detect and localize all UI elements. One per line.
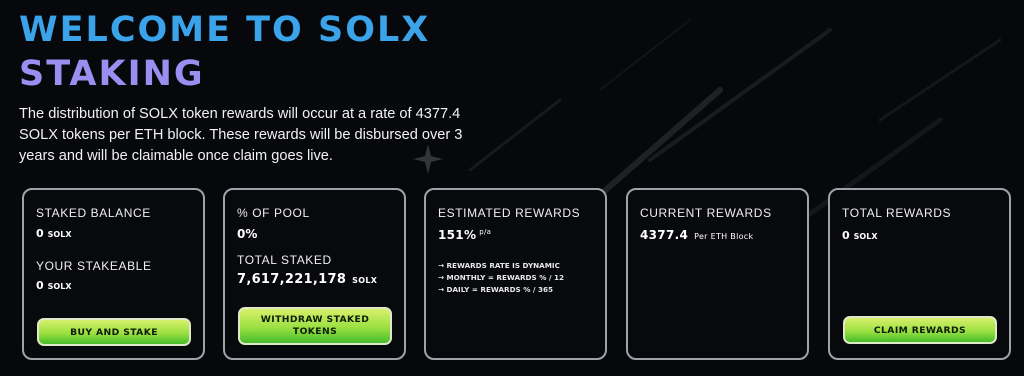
total-staked-unit: SOLX — [352, 276, 378, 285]
total-staked-amount: 7,617,221,178 — [237, 272, 347, 287]
estimated-rewards-value: 151% p/a — [438, 228, 491, 242]
estimated-rewards-percent: 151% — [438, 228, 477, 242]
hero-title: WELCOME TO SOLX STAKING — [19, 8, 430, 96]
estimated-rewards-label: ESTIMATED REWARDS — [438, 206, 581, 220]
hero-description: The distribution of SOLX token rewards w… — [19, 106, 463, 164]
current-rewards-label: CURRENT REWARDS — [640, 206, 772, 220]
stakeable-label: YOUR STAKEABLE — [36, 259, 152, 273]
current-rewards-unit: Per ETH Block — [694, 232, 754, 241]
total-rewards-label: TOTAL REWARDS — [842, 206, 952, 220]
current-rewards-card: CURRENT REWARDS 4377.4 Per ETH Block — [626, 188, 809, 360]
staked-balance-amount: 0 — [36, 227, 44, 240]
page-title-line2: STAKING — [19, 54, 205, 94]
pool-card: % OF POOL 0% TOTAL STAKED 7,617,221,178 S… — [223, 188, 406, 360]
staked-balance-label: STAKED BALANCE — [36, 206, 151, 220]
pool-percent-value: 0% — [237, 227, 258, 241]
current-rewards-amount: 4377.4 — [640, 228, 689, 242]
staked-balance-unit: SOLX — [47, 230, 72, 239]
rewards-notes: → REWARDS RATE IS DYNAMIC → MONTHLY = RE… — [438, 260, 564, 296]
rewards-note: → MONTHLY = REWARDS % / 12 — [438, 273, 565, 282]
claim-rewards-button[interactable]: CLAIM REWARDS — [843, 316, 997, 344]
current-rewards-value: 4377.4 Per ETH Block — [640, 228, 753, 242]
staked-balance-card: STAKED BALANCE 0 SOLX YOUR STAKEABLE 0 SOL… — [22, 188, 205, 360]
stakeable-unit: SOLX — [47, 282, 72, 291]
rewards-note: → REWARDS RATE IS DYNAMIC — [438, 261, 560, 270]
rewards-note: → DAILY = REWARDS % / 365 — [438, 285, 554, 294]
stakeable-value: 0 SOLX — [36, 279, 71, 292]
withdraw-staked-tokens-button[interactable]: WITHDRAW STAKED TOKENS — [238, 307, 392, 345]
total-rewards-unit: SOLX — [853, 232, 878, 241]
total-staked-value: 7,617,221,178 SOLX — [237, 272, 377, 287]
estimated-rewards-suffix: p/a — [479, 228, 492, 236]
pool-percent-label: % OF POOL — [237, 206, 310, 220]
stakeable-amount: 0 — [36, 279, 44, 292]
estimated-rewards-card: ESTIMATED REWARDS 151% p/a → REWARDS RATE… — [424, 188, 607, 360]
page-title: WELCOME TO SOLX — [19, 10, 431, 50]
total-rewards-card: TOTAL REWARDS 0 SOLX CLAIM REWARDS — [828, 188, 1011, 360]
buy-and-stake-button[interactable]: BUY AND STAKE — [37, 318, 191, 346]
total-rewards-amount: 0 — [842, 229, 850, 242]
total-rewards-value: 0 SOLX — [842, 229, 877, 242]
staked-balance-value: 0 SOLX — [36, 227, 71, 240]
total-staked-label: TOTAL STAKED — [237, 253, 332, 267]
